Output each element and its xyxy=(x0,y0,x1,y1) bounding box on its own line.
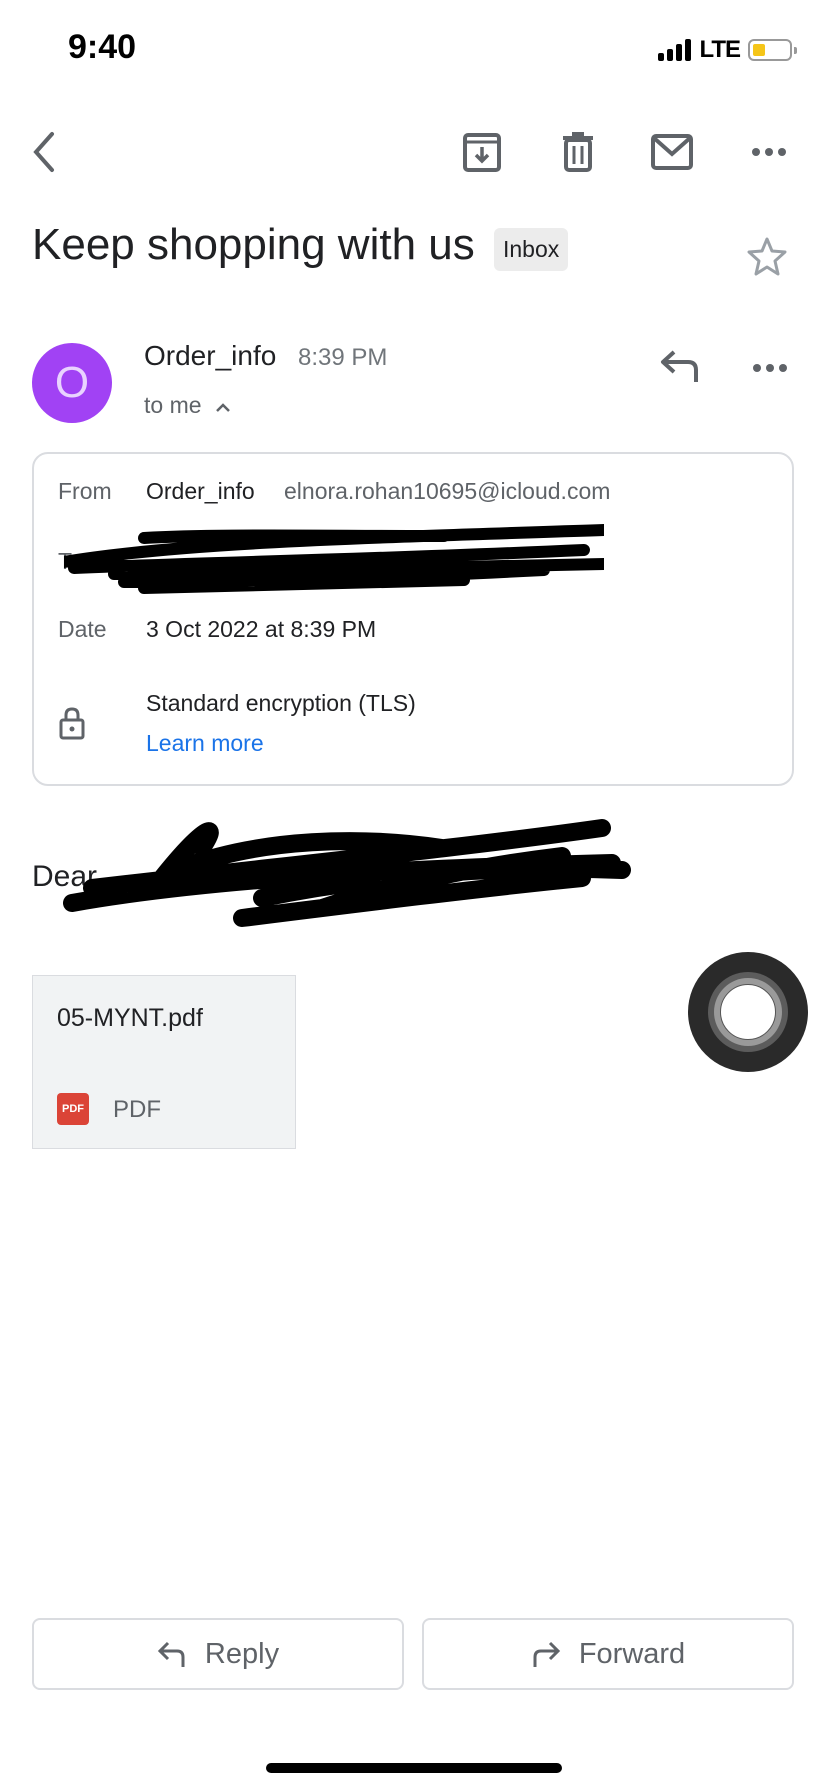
forward-label: Forward xyxy=(578,1637,686,1670)
delete-button[interactable] xyxy=(554,128,602,176)
attachment-type: PDF xyxy=(113,1096,161,1123)
forward-button[interactable]: Forward xyxy=(422,1618,794,1690)
reply-icon xyxy=(661,350,698,382)
chevron-up-icon xyxy=(216,403,230,412)
sender-avatar: O xyxy=(32,343,112,423)
learn-more-link[interactable]: Learn more xyxy=(146,730,264,757)
more-icon xyxy=(752,148,786,156)
attachment-card[interactable]: 05-MYNT.pdf PDF PDF xyxy=(32,975,296,1149)
status-time: 9:40 xyxy=(68,28,137,66)
redaction-scribble xyxy=(64,524,604,594)
network-type: LTE xyxy=(699,36,741,63)
reply-button[interactable]: Reply xyxy=(32,1618,404,1690)
from-label: From xyxy=(58,478,112,504)
reply-icon-button[interactable] xyxy=(658,348,704,389)
mark-unread-icon xyxy=(651,134,693,170)
home-indicator[interactable] xyxy=(266,1763,562,1773)
back-button[interactable] xyxy=(20,128,68,176)
recipient-toggle[interactable]: to me xyxy=(144,392,232,419)
back-icon xyxy=(33,132,54,172)
more-icon xyxy=(753,364,787,372)
pdf-icon: PDF xyxy=(57,1093,89,1125)
email-time: 8:39 PM xyxy=(298,344,388,371)
message-details-card: From Order_info elnora.rohan10695@icloud… xyxy=(32,452,794,786)
forward-icon xyxy=(533,1641,560,1667)
battery-fill xyxy=(753,44,765,56)
attachment-filename: 05-MYNT.pdf xyxy=(57,1004,203,1032)
mark-unread-button[interactable] xyxy=(648,128,696,176)
reply-label: Reply xyxy=(204,1637,280,1670)
email-subject: Keep shopping with us xyxy=(32,220,475,269)
more-options-button[interactable] xyxy=(745,128,793,176)
archive-button[interactable] xyxy=(458,128,506,176)
from-email: elnora.rohan10695@icloud.com xyxy=(284,478,611,504)
signal-icon xyxy=(658,39,692,61)
sender-name: Order_info xyxy=(144,340,277,371)
star-icon xyxy=(747,237,787,276)
date-label: Date xyxy=(58,616,107,642)
star-button[interactable] xyxy=(746,236,788,281)
date-value: 3 Oct 2022 at 8:39 PM xyxy=(146,616,377,642)
assistive-touch-button[interactable] xyxy=(688,952,808,1072)
redaction-scribble xyxy=(63,819,631,927)
recipient-summary: to me xyxy=(144,392,202,418)
message-more-button[interactable] xyxy=(752,360,788,378)
assistive-touch-icon xyxy=(720,984,776,1040)
status-indicators: LTE xyxy=(658,36,797,64)
encryption-info: Standard encryption (TLS) xyxy=(146,690,416,716)
from-name: Order_info xyxy=(146,478,255,504)
delete-icon xyxy=(563,132,593,172)
lock-icon xyxy=(59,707,85,740)
label-chip[interactable]: Inbox xyxy=(494,228,569,271)
battery-icon xyxy=(748,39,797,61)
reply-icon xyxy=(157,1641,185,1667)
archive-icon xyxy=(463,133,501,172)
